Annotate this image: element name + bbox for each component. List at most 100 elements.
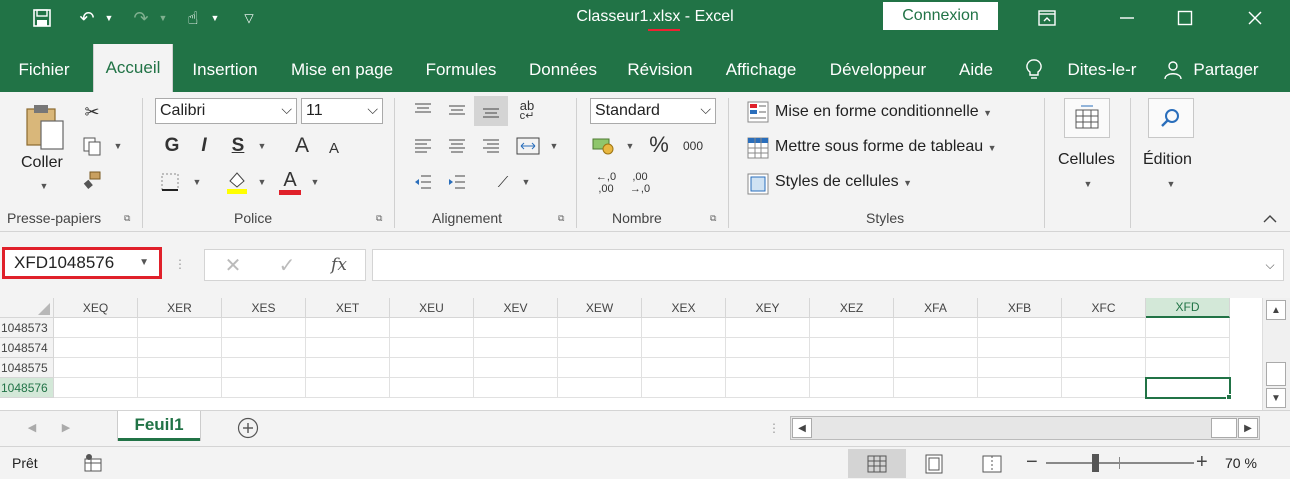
tab-revision[interactable]: Révision (618, 48, 702, 92)
column-header[interactable]: XEY (726, 298, 810, 318)
grid-cell[interactable] (558, 378, 642, 398)
insert-function-button[interactable]: fx (327, 253, 351, 277)
grid-cell[interactable] (894, 378, 978, 398)
column-header[interactable]: XET (306, 298, 390, 318)
scroll-thumb[interactable] (1211, 418, 1237, 438)
italic-button[interactable]: I (192, 134, 216, 158)
number-format-select[interactable]: Standard ⌵ (590, 98, 716, 124)
merge-center-icon[interactable] (514, 134, 542, 158)
tab-mise-en-page[interactable]: Mise en page (280, 48, 404, 92)
editing-button[interactable]: Édition (1143, 151, 1192, 169)
grid-cell[interactable] (306, 358, 390, 378)
grid-cell[interactable] (894, 358, 978, 378)
grid-cell[interactable] (558, 318, 642, 338)
decrease-decimal-button[interactable]: ,00 →,0 (626, 170, 654, 196)
row-header[interactable]: 1048573 (0, 318, 54, 338)
grid-cell[interactable] (894, 318, 978, 338)
zoom-out-button[interactable]: − (1026, 451, 1038, 474)
thousands-button[interactable]: 000 (680, 134, 706, 158)
customize-qat-icon[interactable]: ▽ (238, 4, 260, 32)
search-icon[interactable] (1148, 98, 1194, 138)
number-launcher-icon[interactable]: ⧉ (710, 213, 720, 223)
font-size-select[interactable]: 11 ⌵ (301, 98, 383, 124)
row-header[interactable]: 1048574 (0, 338, 54, 358)
grow-font-button[interactable]: A (290, 134, 314, 158)
copy-dropdown-icon[interactable]: ▼ (112, 140, 124, 152)
cell-styles-icon[interactable] (746, 172, 770, 196)
grid-cell[interactable] (474, 358, 558, 378)
column-header[interactable]: XEX (642, 298, 726, 318)
page-layout-icon[interactable] (922, 452, 946, 476)
close-icon[interactable] (1232, 0, 1278, 36)
more-options-icon[interactable]: ⋮ (174, 255, 186, 273)
zoom-slider-thumb[interactable] (1092, 454, 1100, 472)
expand-formula-icon[interactable]: ⌵ (1261, 256, 1279, 274)
row-header[interactable]: 1048575 (0, 358, 54, 378)
grid-cell[interactable] (54, 358, 138, 378)
scroll-thumb[interactable] (1266, 362, 1286, 386)
scroll-down-icon[interactable]: ▼ (1266, 388, 1286, 408)
grid-cell[interactable] (1062, 378, 1146, 398)
tab-affichage[interactable]: Affichage (714, 48, 808, 92)
grid-cell[interactable] (726, 378, 810, 398)
maximize-icon[interactable] (1162, 0, 1208, 36)
borders-icon[interactable] (158, 170, 182, 194)
conditional-formatting-button[interactable]: Mise en forme conditionnelle ▼ (775, 103, 992, 121)
cut-icon[interactable]: ✂ (80, 100, 104, 124)
more-options-icon[interactable]: ⋮ (768, 419, 780, 437)
alignment-launcher-icon[interactable]: ⧉ (558, 213, 568, 223)
accounting-dropdown-icon[interactable]: ▼ (624, 140, 636, 152)
formula-input[interactable]: ⌵ (372, 249, 1284, 281)
grid-cell[interactable] (978, 338, 1062, 358)
text-direction-dropdown-icon[interactable]: ▼ (520, 176, 532, 188)
ribbon-display-icon[interactable] (1024, 0, 1070, 36)
grid-cell[interactable] (642, 318, 726, 338)
grid-cell[interactable] (474, 338, 558, 358)
cells-icon[interactable] (1064, 98, 1110, 138)
fill-color-dropdown-icon[interactable]: ▼ (256, 176, 268, 188)
font-name-select[interactable]: Calibri ⌵ (155, 98, 297, 124)
enter-icon[interactable]: ✓ (275, 253, 299, 277)
grid-cell[interactable] (390, 378, 474, 398)
grid-cell[interactable] (54, 318, 138, 338)
fill-color-icon[interactable] (224, 168, 250, 196)
normal-view-icon[interactable] (848, 449, 906, 478)
column-header[interactable]: XER (138, 298, 222, 318)
text-direction-icon[interactable]: ⟋ (490, 170, 516, 194)
grid-cell[interactable] (978, 318, 1062, 338)
grid-cell[interactable] (306, 378, 390, 398)
grid-cell[interactable] (222, 378, 306, 398)
cells-dropdown-icon[interactable]: ▼ (1082, 178, 1094, 190)
grid-cell[interactable] (222, 358, 306, 378)
row-header[interactable]: 1048576 (0, 378, 54, 398)
prev-sheet-icon[interactable]: ◀ (24, 417, 40, 437)
column-header[interactable]: XFA (894, 298, 978, 318)
column-header[interactable]: XEQ (54, 298, 138, 318)
grid-cell[interactable] (978, 378, 1062, 398)
grid-cell[interactable] (558, 338, 642, 358)
grid-cell[interactable] (558, 358, 642, 378)
grid-cell[interactable] (642, 338, 726, 358)
cancel-icon[interactable]: ✕ (221, 253, 245, 277)
borders-dropdown-icon[interactable]: ▼ (191, 176, 203, 188)
underline-button[interactable]: S (226, 134, 250, 158)
zoom-slider[interactable] (1046, 454, 1194, 472)
paste-dropdown-icon[interactable]: ▼ (38, 180, 50, 192)
paste-button[interactable]: Coller (21, 154, 63, 172)
merge-dropdown-icon[interactable]: ▼ (548, 140, 560, 152)
grid-cell[interactable] (978, 358, 1062, 378)
tell-me-search[interactable]: Dites-le-r (1056, 48, 1148, 92)
conditional-formatting-icon[interactable] (746, 100, 770, 124)
grid-cell[interactable] (1062, 358, 1146, 378)
column-header[interactable]: XEZ (810, 298, 894, 318)
scroll-left-icon[interactable]: ◀ (792, 418, 812, 438)
undo-dropdown-icon[interactable]: ▼ (102, 4, 116, 32)
select-all-button[interactable] (0, 298, 54, 318)
align-top-icon[interactable] (410, 98, 436, 122)
grid-cell[interactable] (726, 358, 810, 378)
scroll-up-icon[interactable]: ▲ (1266, 300, 1286, 320)
tab-aide[interactable]: Aide (948, 48, 1004, 92)
name-box[interactable]: XFD1048576 ▼ (2, 247, 162, 279)
align-center-icon[interactable] (444, 134, 470, 158)
zoom-level[interactable]: 70 % (1225, 455, 1257, 471)
